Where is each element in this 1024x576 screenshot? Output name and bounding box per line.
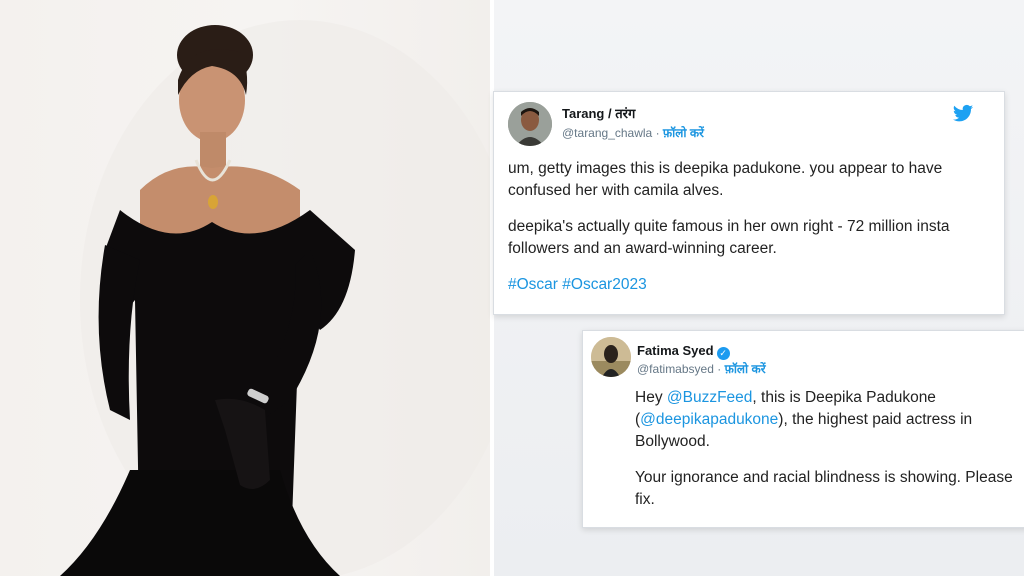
tweet-body: um, getty images this is deepika padukon…	[508, 158, 988, 310]
follow-button[interactable]: फ़ॉलो करें	[663, 126, 704, 140]
avatar[interactable]	[508, 102, 552, 146]
text-segment: Hey	[635, 389, 667, 406]
tweet-author-handle[interactable]: @fatimabsyed · फ़ॉलो करें	[637, 360, 766, 377]
tweet-author-name[interactable]: Fatima Syed ✓	[637, 343, 730, 360]
mention-link[interactable]: @BuzzFeed	[667, 389, 753, 406]
tweet-card-tarang[interactable]: Tarang / तरंग @tarang_chawla · फ़ॉलो करे…	[493, 91, 1005, 315]
photo-panel	[0, 0, 490, 576]
author-name-text[interactable]: Fatima Syed	[637, 343, 714, 358]
tweet-paragraph: Your ignorance and racial blindness is s…	[635, 469, 1013, 508]
woman-photo	[60, 20, 490, 576]
tweet-paragraph: um, getty images this is deepika padukon…	[508, 160, 943, 199]
handle-separator: ·	[652, 126, 663, 140]
tweet-body: Hey @BuzzFeed, this is Deepika Padukone …	[635, 387, 1024, 525]
tweet-paragraph: Hey @BuzzFeed, this is Deepika Padukone …	[635, 387, 1024, 453]
twitter-bird-icon[interactable]	[952, 104, 974, 124]
tweet-hashtags[interactable]: #Oscar #Oscar2023	[508, 274, 988, 296]
mention-link[interactable]: @deepikapadukone	[640, 411, 778, 428]
follow-button[interactable]: फ़ॉलो करें	[725, 362, 766, 376]
tweet-author-handle[interactable]: @tarang_chawla · फ़ॉलो करें	[562, 124, 704, 141]
avatar[interactable]	[591, 337, 631, 377]
handle-text[interactable]: @fatimabsyed	[637, 362, 714, 376]
verified-badge-icon: ✓	[716, 347, 730, 360]
tweet-card-fatima[interactable]: Fatima Syed ✓ @fatimabsyed · फ़ॉलो करें H…	[582, 330, 1024, 528]
tweet-author-name[interactable]: Tarang / तरंग	[562, 104, 635, 122]
handle-separator: ·	[713, 362, 725, 376]
tweet-paragraph: deepika's actually quite famous in her o…	[508, 218, 950, 257]
handle-text[interactable]: @tarang_chawla	[562, 126, 652, 140]
